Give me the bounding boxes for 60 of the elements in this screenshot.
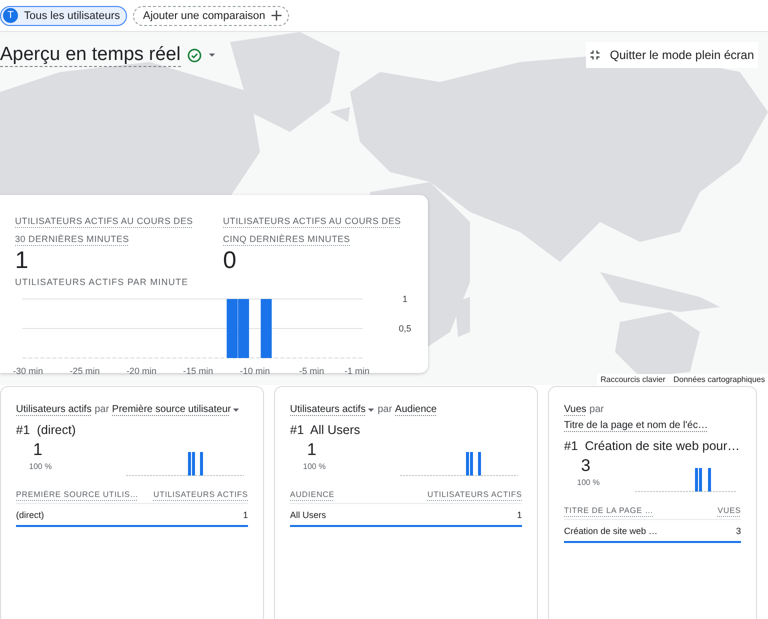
axis-label: -5 min [299, 366, 324, 376]
top-value: 1 [306, 440, 318, 459]
table-cell: 3 [736, 526, 741, 536]
dimension-selector[interactable]: Titre de la page et nom de l'éc… [564, 418, 708, 434]
axis-label: -10 min [240, 366, 270, 376]
top-share: 100 % [576, 478, 600, 487]
metric-label: UTILISATEURS ACTIFS AU COURS DES 30 DERNIÈRES MINUTES [15, 215, 194, 246]
page-title: Aperçu en temps réel [0, 44, 181, 66]
table-row[interactable]: All Users 1 [290, 504, 522, 527]
column-header[interactable]: UTILISATEURS ACTIFS [427, 490, 522, 499]
check-circle-icon [186, 48, 202, 62]
top-value: 1 [32, 440, 44, 459]
axis-label: -1 min [344, 366, 370, 376]
table-cell: 1 [242, 510, 248, 520]
axis-label: -15 min [183, 366, 214, 376]
table-cell: Création de site web … [564, 526, 658, 536]
chart-title: UTILISATEURS ACTIFS PAR MINUTE [15, 277, 188, 287]
table-row[interactable]: (direct) 1 [16, 504, 248, 527]
metric-label: UTILISATEURS ACTIFS AU COURS DES CINQ DERNIÈRES MINUTES [223, 215, 402, 246]
exit-fullscreen-icon [590, 50, 600, 60]
metric-value: 0 [223, 250, 238, 272]
dropdown-caret-icon[interactable] [208, 52, 216, 58]
dimension-selector[interactable]: Audience [395, 402, 437, 418]
column-header[interactable]: TITRE DE LA PAGE … [564, 506, 654, 515]
table-cell: 1 [516, 510, 522, 520]
map-link[interactable]: Données cartographiques [670, 374, 768, 385]
axis-label: -20 min [126, 366, 156, 376]
top-value: 3 [580, 456, 592, 475]
map-link[interactable]: Raccourcis clavier [597, 374, 668, 385]
dropdown-caret-icon[interactable] [366, 407, 375, 413]
avatar: T [3, 8, 18, 23]
connector-text: par [94, 403, 110, 417]
metric-selector[interactable]: Vues [564, 402, 586, 418]
audience-chip[interactable]: T Tous les utilisateurs [0, 6, 127, 26]
axis-label: 0,5 [398, 324, 412, 334]
table-row[interactable]: Création de site web … 3 [564, 520, 741, 543]
table-cell: (direct) [16, 510, 44, 520]
column-header[interactable]: AUDIENCE [290, 490, 335, 499]
metric-selector[interactable]: Utilisateurs actifs [16, 402, 92, 418]
metric-selector[interactable]: Utilisateurs actifs [290, 402, 375, 418]
dropdown-caret-icon[interactable] [232, 407, 240, 413]
connector-text: par [589, 403, 604, 417]
plus-icon [271, 10, 282, 21]
dimension-selector[interactable]: Première source utilisateur [112, 402, 240, 418]
exit-fullscreen-button[interactable]: Quitter le mode plein écran [586, 42, 758, 68]
add-comparison-button[interactable]: Ajouter une comparaison [133, 6, 290, 26]
metric-value: 1 [15, 250, 30, 272]
table-cell: All Users [290, 510, 326, 520]
axis-label: -30 min [13, 366, 43, 376]
column-header[interactable]: UTILISATEURS ACTIFS [153, 490, 248, 499]
top-item: #1 All Users [290, 423, 362, 437]
connector-text: par [378, 403, 392, 417]
column-header[interactable]: VUES [718, 506, 741, 515]
column-header[interactable]: PREMIÈRE SOURCE UTILIS… [16, 490, 139, 499]
top-share: 100 % [28, 462, 52, 471]
top-item: #1 (direct) [16, 423, 77, 437]
axis-label: 1 [402, 294, 408, 304]
top-item: #1 Création de site web pour… [564, 439, 741, 453]
axis-label: -25 min [70, 366, 100, 376]
top-share: 100 % [302, 462, 326, 471]
